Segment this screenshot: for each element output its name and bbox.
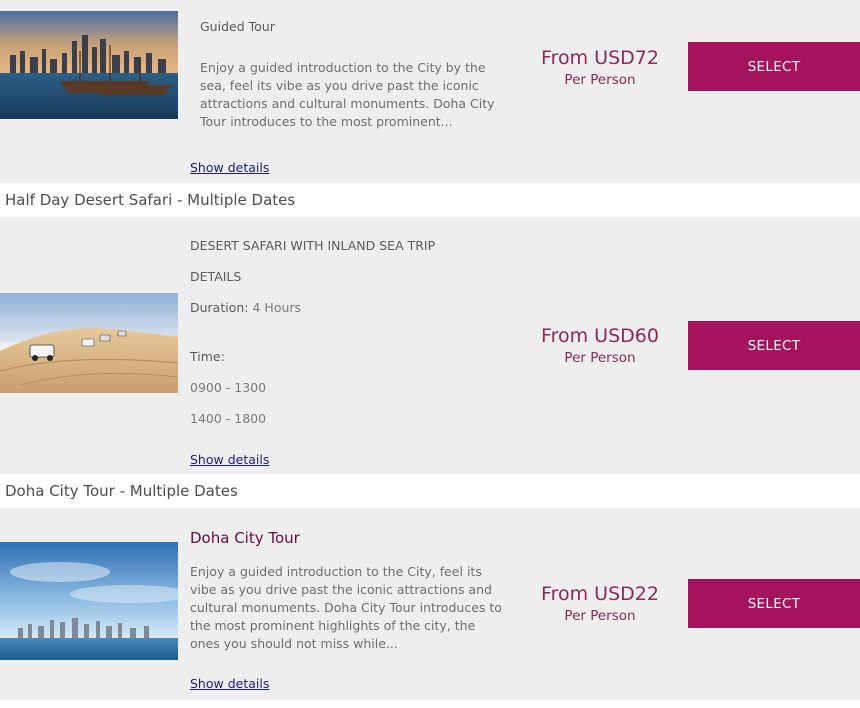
section-title: Half Day Desert Safari - Multiple Dates (0, 183, 860, 217)
show-details-link[interactable]: Show details (190, 676, 269, 691)
tour-heading: DESERT SAFARI WITH INLAND SEA TRIP (190, 238, 436, 253)
tour-image (0, 542, 178, 660)
time-slot: 0900 - 1300 (190, 380, 267, 395)
time-slot: 1400 - 1800 (190, 411, 267, 426)
time-label: Time: (190, 349, 225, 364)
tour-subtitle: Guided Tour (200, 19, 275, 34)
duration-label: Duration: (190, 300, 249, 315)
price-per-person: Per Person (564, 72, 636, 88)
tour-price: From USD22 Per Person (515, 582, 685, 626)
price-per-person: Per Person (564, 608, 636, 624)
select-button[interactable]: SELECT (688, 579, 860, 628)
tour-price: From USD60 Per Person (515, 324, 685, 368)
price-from: From USD22 (541, 583, 659, 605)
tour-card-2: DESERT SAFARI WITH INLAND SEA TRIP DETAI… (0, 217, 860, 474)
select-button[interactable]: SELECT (688, 42, 860, 91)
tour-title: Doha City Tour (190, 529, 300, 547)
price-from: From USD60 (541, 325, 659, 347)
show-details-link[interactable]: Show details (190, 452, 269, 467)
price-per-person: Per Person (564, 350, 636, 366)
tour-description: Enjoy a guided introduction to the City,… (190, 564, 502, 651)
details-heading: DETAILS (190, 269, 242, 284)
section-title: Doha City Tour - Multiple Dates (0, 474, 860, 508)
show-details-link[interactable]: Show details (190, 160, 269, 175)
tour-description: Enjoy a guided introduction to the City … (200, 60, 495, 129)
tour-image (0, 11, 178, 119)
tour-card-3: Doha City Tour Enjoy a guided introducti… (0, 508, 860, 700)
price-from: From USD72 (541, 47, 659, 69)
tour-price: From USD72 Per Person (515, 46, 685, 90)
tour-image (0, 293, 178, 393)
duration-value: 4 Hours (252, 300, 302, 315)
duration-row: Duration: 4 Hours (190, 300, 301, 315)
tour-card-1: Guided Tour Enjoy a guided introduction … (0, 0, 860, 183)
select-button[interactable]: SELECT (688, 321, 860, 370)
